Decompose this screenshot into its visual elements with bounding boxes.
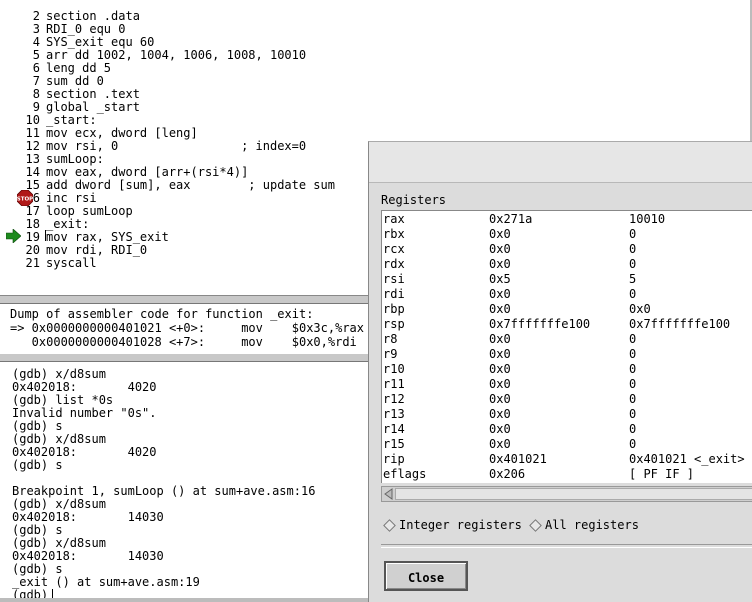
register-name: rsi [383, 272, 405, 286]
text-cursor [45, 230, 46, 241]
scroll-left-icon[interactable] [382, 487, 394, 501]
scroll-thumb[interactable] [395, 488, 752, 500]
registers-window[interactable]: Registers rax 0x271a 10010 rbx 0x0 0 rcx 0x0 0rd… [368, 141, 752, 602]
register-name: rip [383, 452, 405, 466]
register-row[interactable]: rsp 0x7fffffffe100 0x7fffffffe100 [382, 317, 752, 332]
register-row[interactable]: r14 0x0 0 [382, 422, 752, 437]
register-row[interactable]: rdi 0x0 0 [382, 287, 752, 302]
register-hex: 0x0 [489, 287, 511, 301]
register-value: 0 [629, 257, 637, 271]
register-row[interactable]: rdx 0x0 0 [382, 257, 752, 272]
register-row[interactable]: r11 0x0 0 [382, 377, 752, 392]
register-value: 0 [629, 287, 637, 301]
register-row[interactable]: rcx 0x0 0 [382, 242, 752, 257]
register-name: rsp [383, 317, 405, 331]
asm-line: Dump of assembler code for function _exi… [10, 307, 314, 321]
integer-registers-radio[interactable]: Integer registers [383, 518, 523, 532]
horizontal-scrollbar[interactable] [381, 486, 752, 502]
register-row[interactable]: rbp 0x0 0x0 [382, 302, 752, 317]
register-name: rbx [383, 227, 405, 241]
register-name: r8 [383, 332, 398, 346]
all-registers-radio[interactable]: All registers [529, 518, 649, 532]
register-name: r10 [383, 362, 405, 376]
register-value: 5 [629, 272, 637, 286]
register-value: 0 [629, 227, 637, 241]
register-row[interactable]: rip 0x401021 0x401021 <_exit> [382, 452, 752, 467]
radio-label: All registers [545, 518, 639, 532]
register-row[interactable]: r12 0x0 0 [382, 392, 752, 407]
register-hex: 0x206 [489, 467, 526, 481]
window-titlebar[interactable] [369, 142, 752, 183]
register-value: 0x0 [629, 302, 651, 316]
register-value: 0 [629, 437, 637, 451]
register-name: r13 [383, 407, 405, 421]
line-number: 21 [25, 256, 40, 270]
register-row[interactable]: rsi 0x5 5 [382, 272, 752, 287]
asm-line: 0x0000000000401028 <+7>: mov $0x0,%rdi [10, 335, 357, 349]
register-hex: 0x5 [489, 272, 511, 286]
radio-diamond-icon [383, 519, 396, 532]
register-hex: 0x0 [489, 242, 511, 256]
stop-sign-icon[interactable]: STOP [17, 190, 33, 206]
register-name: rdx [383, 257, 405, 271]
register-value: 0x401021 <_exit> [629, 452, 745, 466]
register-row[interactable]: r9 0x0 0 [382, 347, 752, 362]
register-hex: 0x401021 [489, 452, 547, 466]
register-name: rax [383, 212, 405, 226]
registers-table[interactable]: rax 0x271a 10010 rbx 0x0 0 rcx 0x0 0 rdx 0x0 0 rsi 0x… [381, 210, 752, 483]
radio-diamond-icon [529, 519, 542, 532]
register-value: 0 [629, 422, 637, 436]
register-hex: 0x0 [489, 422, 511, 436]
register-hex: 0x0 [489, 437, 511, 451]
register-hex: 0x0 [489, 362, 511, 376]
register-row[interactable]: eflags 0x206 [ PF IF ] [382, 467, 752, 482]
register-name: r12 [383, 392, 405, 406]
register-row[interactable]: r13 0x0 0 [382, 407, 752, 422]
register-hex: 0x0 [489, 227, 511, 241]
register-value: 0 [629, 392, 637, 406]
register-row[interactable]: r15 0x0 0 [382, 437, 752, 452]
register-value: 0 [629, 377, 637, 391]
register-name: rcx [383, 242, 405, 256]
register-hex: 0x0 [489, 332, 511, 346]
register-value: [ PF IF ] [629, 467, 695, 481]
radio-label: Integer registers [399, 518, 522, 532]
register-hex: 0x0 [489, 302, 511, 316]
register-row[interactable]: r8 0x0 0 [382, 332, 752, 347]
asm-line: => 0x0000000000401021 <+0>: mov $0x3c,%r… [10, 321, 365, 335]
register-value: 0 [629, 347, 637, 361]
green-arrow-icon [6, 229, 21, 243]
console-line: (gdb) s [12, 458, 63, 472]
register-value: 10010 [629, 212, 666, 226]
register-name: r15 [383, 437, 405, 451]
close-button[interactable]: Close [384, 561, 468, 591]
register-row[interactable]: r10 0x0 0 [382, 362, 752, 377]
register-value: 0 [629, 407, 637, 421]
register-value: 0 [629, 332, 637, 346]
register-row[interactable]: rax 0x271a 10010 [382, 212, 752, 227]
divider [381, 544, 752, 548]
register-name: rbp [383, 302, 405, 316]
register-value: 0x7fffffffe100 [629, 317, 731, 331]
register-row[interactable]: rbx 0x0 0 [382, 227, 752, 242]
register-hex: 0x7fffffffe100 [489, 317, 591, 331]
register-name: eflags [383, 467, 427, 481]
register-hex: 0x271a [489, 212, 533, 226]
register-name: r9 [383, 347, 398, 361]
register-hex: 0x0 [489, 407, 511, 421]
register-name: r14 [383, 422, 405, 436]
svg-text:STOP: STOP [17, 197, 33, 203]
source-code: syscall [46, 256, 97, 270]
register-hex: 0x0 [489, 347, 511, 361]
register-hex: 0x0 [489, 377, 511, 391]
registers-title: Registers [381, 193, 447, 207]
register-value: 0 [629, 242, 637, 256]
register-hex: 0x0 [489, 257, 511, 271]
register-name: r11 [383, 377, 405, 391]
register-hex: 0x0 [489, 392, 511, 406]
register-value: 0 [629, 362, 637, 376]
register-name: rdi [383, 287, 405, 301]
